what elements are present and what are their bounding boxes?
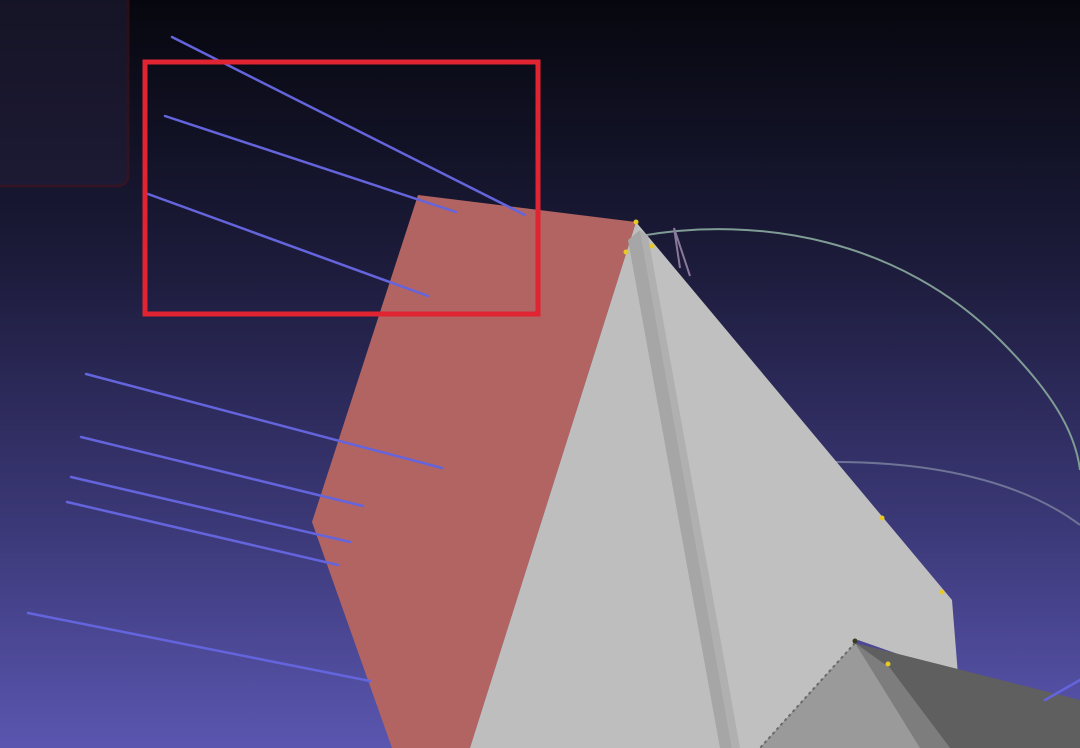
vertex-point[interactable] — [633, 219, 639, 225]
3d-viewport[interactable] — [0, 0, 1080, 748]
scene-canvas[interactable] — [0, 0, 1080, 748]
vertex-point[interactable] — [649, 243, 655, 249]
vertex-point[interactable] — [939, 589, 945, 595]
faded-overlay-panel — [0, 0, 130, 188]
vertex-point[interactable] — [852, 638, 858, 644]
vertex-point[interactable] — [879, 515, 885, 521]
vertex-point[interactable] — [885, 661, 891, 667]
vertex-point[interactable] — [623, 249, 629, 255]
